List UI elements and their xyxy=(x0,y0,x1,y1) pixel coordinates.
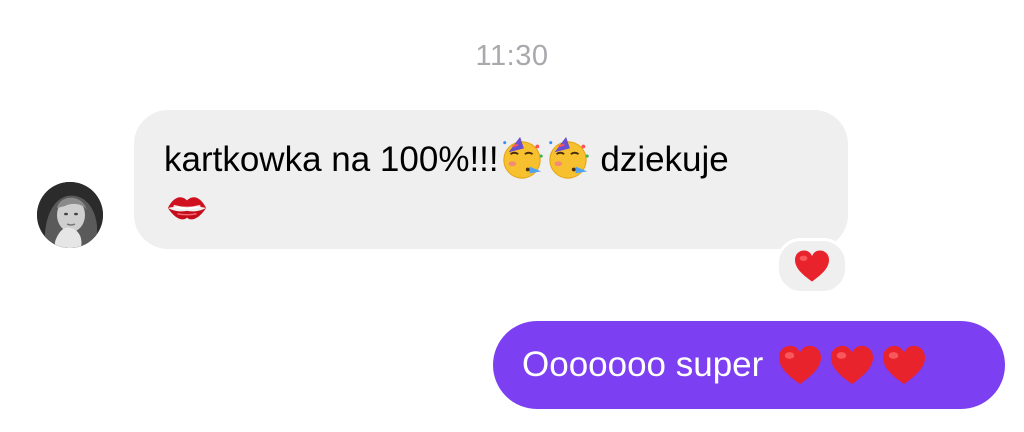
outgoing-heart-emojis xyxy=(777,344,927,386)
incoming-message-text: kartkowka na 100%!!! xyxy=(164,140,499,179)
incoming-message-bubble[interactable]: kartkowka na 100%!!! dziekuje xyxy=(134,110,848,249)
red-heart-emoji xyxy=(831,345,874,385)
outgoing-message-text: Ooooooo super xyxy=(522,345,764,384)
incoming-message-line-1: kartkowka na 100%!!! dziekuje xyxy=(164,135,820,185)
incoming-message-line-2 xyxy=(164,185,820,235)
incoming-message-text-end: dziekuje xyxy=(590,140,729,179)
avatar-photo xyxy=(37,182,103,248)
red-heart-emoji xyxy=(795,250,829,282)
partying-face-emoji xyxy=(499,135,545,181)
contact-avatar[interactable] xyxy=(37,182,103,248)
kiss-mark-emoji xyxy=(164,185,210,231)
heart-reaction-badge[interactable] xyxy=(776,238,848,294)
outgoing-message-bubble[interactable]: Ooooooo super xyxy=(493,321,1005,409)
partying-face-emoji xyxy=(545,135,591,181)
red-heart-emoji xyxy=(779,345,822,385)
message-timestamp: 11:30 xyxy=(475,40,549,72)
red-heart-emoji xyxy=(883,345,926,385)
